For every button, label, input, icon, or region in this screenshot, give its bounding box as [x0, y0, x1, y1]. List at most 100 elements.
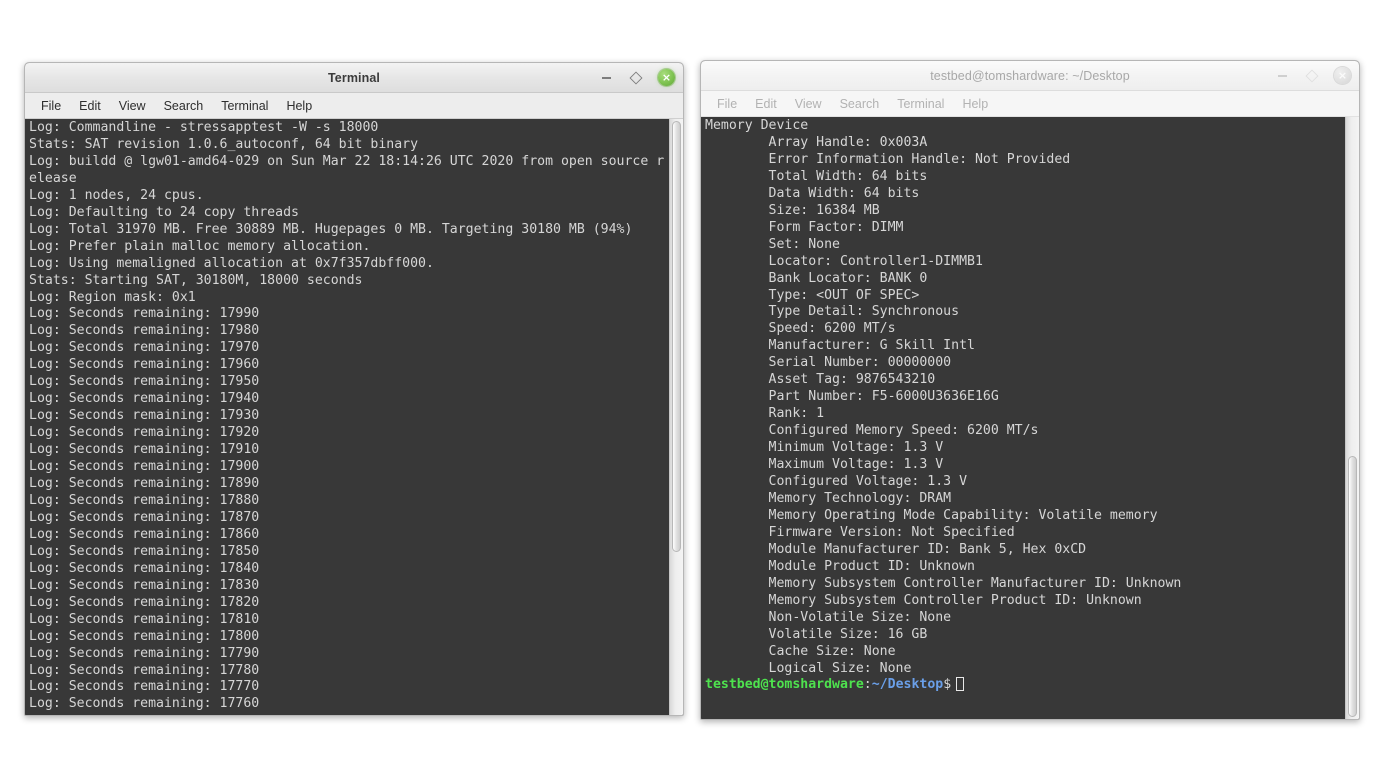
- terminal-line: Log: buildd @ lgw01-amd64-029 on Sun Mar…: [29, 153, 665, 169]
- menu-item-edit[interactable]: Edit: [746, 95, 786, 113]
- terminal-line: Size: 16384 MB: [705, 202, 880, 218]
- terminal-line: Log: Seconds remaining: 17910: [29, 442, 260, 458]
- terminal-line: Log: Commandline - stressapptest -W -s 1…: [29, 120, 379, 135]
- menu-item-view[interactable]: View: [786, 95, 831, 113]
- titlebar-left[interactable]: Terminal ×: [25, 63, 683, 93]
- minimize-icon[interactable]: [1274, 68, 1290, 84]
- terminal-line: Log: Seconds remaining: 17950: [29, 374, 260, 390]
- prompt-user-host: testbed@tomshardware: [705, 677, 864, 693]
- terminal-line: Asset Tag: 9876543210: [705, 372, 936, 388]
- terminal-line: Non-Volatile Size: None: [705, 609, 952, 625]
- menu-item-terminal[interactable]: Terminal: [888, 95, 953, 113]
- menubar-left[interactable]: File Edit View Search Terminal Help: [25, 93, 683, 119]
- titlebar-right[interactable]: testbed@tomshardware: ~/Desktop ×: [701, 61, 1359, 91]
- terminal-line: Log: Seconds remaining: 17990: [29, 306, 260, 322]
- terminal-body-right[interactable]: Memory Device Array Handle: 0x003A Error…: [701, 117, 1359, 719]
- window-title-right: testbed@tomshardware: ~/Desktop: [930, 68, 1130, 83]
- terminal-line: elease: [29, 170, 77, 186]
- menu-item-terminal[interactable]: Terminal: [212, 97, 277, 115]
- terminal-line: Logical Size: None: [705, 660, 912, 676]
- terminal-line: Log: Region mask: 0x1: [29, 289, 196, 305]
- close-icon[interactable]: ×: [658, 69, 675, 86]
- terminal-window-right[interactable]: testbed@tomshardware: ~/Desktop × File E…: [700, 60, 1360, 720]
- terminal-line: Set: None: [705, 236, 840, 252]
- terminal-line: Bank Locator: BANK 0: [705, 270, 928, 286]
- menu-item-view[interactable]: View: [110, 97, 155, 115]
- window-title-left: Terminal: [328, 70, 380, 85]
- terminal-line: Configured Memory Speed: 6200 MT/s: [705, 423, 1039, 439]
- terminal-line: Stats: SAT revision 1.0.6_autoconf, 64 b…: [29, 136, 419, 152]
- terminal-line: Log: Seconds remaining: 17810: [29, 611, 260, 627]
- terminal-line: Log: Seconds remaining: 17960: [29, 357, 260, 373]
- terminal-line: Locator: Controller1-DIMMB1: [705, 253, 983, 269]
- terminal-line: Form Factor: DIMM: [705, 219, 904, 235]
- prompt-dollar: $: [943, 677, 952, 693]
- terminal-line: Memory Subsystem Controller Product ID: …: [705, 592, 1142, 608]
- terminal-line: Log: Seconds remaining: 17890: [29, 476, 260, 492]
- close-icon[interactable]: ×: [1334, 67, 1351, 84]
- terminal-line: Log: Seconds remaining: 17970: [29, 340, 260, 356]
- terminal-line: Log: Seconds remaining: 17940: [29, 391, 260, 407]
- menu-item-file[interactable]: File: [32, 97, 70, 115]
- terminal-line: Log: Total 31970 MB. Free 30889 MB. Huge…: [29, 221, 633, 237]
- menu-item-search[interactable]: Search: [831, 95, 889, 113]
- terminal-line: Memory Device: [705, 118, 809, 133]
- terminal-line: Log: Defaulting to 24 copy threads: [29, 204, 299, 220]
- desktop: Terminal × File Edit View Search Termina…: [0, 0, 1378, 775]
- terminal-line: Minimum Voltage: 1.3 V: [705, 440, 944, 456]
- terminal-line: Log: 1 nodes, 24 cpus.: [29, 187, 204, 203]
- maximize-icon[interactable]: [628, 70, 644, 86]
- terminal-line: Log: Seconds remaining: 17760: [29, 696, 260, 712]
- terminal-line: Volatile Size: 16 GB: [705, 626, 928, 642]
- prompt-path: ~/Desktop: [871, 677, 944, 693]
- terminal-line: Module Manufacturer ID: Bank 5, Hex 0xCD: [705, 541, 1087, 557]
- terminal-line: Manufacturer: G Skill Intl: [705, 338, 975, 354]
- terminal-line: Type Detail: Synchronous: [705, 304, 960, 320]
- terminal-line: Data Width: 64 bits: [705, 185, 920, 201]
- terminal-line: Log: Seconds remaining: 17900: [29, 459, 260, 475]
- terminal-line: Log: Prefer plain malloc memory allocati…: [29, 238, 371, 254]
- terminal-output-left[interactable]: Log: Commandline - stressapptest -W -s 1…: [25, 119, 669, 715]
- terminal-line: Log: Seconds remaining: 17770: [29, 679, 260, 695]
- terminal-line: Log: Using memaligned allocation at 0x7f…: [29, 255, 434, 271]
- terminal-line: Configured Voltage: 1.3 V: [705, 474, 968, 490]
- terminal-line: Memory Subsystem Controller Manufacturer…: [705, 575, 1182, 591]
- minimize-icon[interactable]: [598, 70, 614, 86]
- terminal-line: Log: Seconds remaining: 17800: [29, 628, 260, 644]
- terminal-line: Maximum Voltage: 1.3 V: [705, 457, 944, 473]
- terminal-line: Memory Technology: DRAM: [705, 490, 952, 506]
- text-cursor: [956, 677, 965, 692]
- terminal-line: Type: <OUT OF SPEC>: [705, 287, 920, 303]
- menu-item-help[interactable]: Help: [953, 95, 997, 113]
- terminal-line: Log: Seconds remaining: 17850: [29, 543, 260, 559]
- terminal-line: Log: Seconds remaining: 17920: [29, 425, 260, 441]
- menu-item-help[interactable]: Help: [277, 97, 321, 115]
- terminal-body-left[interactable]: Log: Commandline - stressapptest -W -s 1…: [25, 119, 683, 715]
- terminal-line: Log: Seconds remaining: 17860: [29, 526, 260, 542]
- menu-item-edit[interactable]: Edit: [70, 97, 110, 115]
- scrollbar-right[interactable]: [1345, 117, 1359, 719]
- terminal-line: Speed: 6200 MT/s: [705, 321, 896, 337]
- terminal-line: Firmware Version: Not Specified: [705, 524, 1015, 540]
- scrollbar-left[interactable]: [669, 119, 683, 715]
- terminal-window-left[interactable]: Terminal × File Edit View Search Termina…: [24, 62, 684, 716]
- shell-prompt: testbed@tomshardware:~/Desktop$: [705, 677, 1345, 694]
- window-controls-right: ×: [1274, 61, 1351, 90]
- terminal-line: Log: Seconds remaining: 17820: [29, 594, 260, 610]
- window-controls-left: ×: [598, 63, 675, 92]
- maximize-icon[interactable]: [1304, 68, 1320, 84]
- menu-item-file[interactable]: File: [708, 95, 746, 113]
- prompt-separator: :: [863, 677, 872, 693]
- terminal-output-right[interactable]: Memory Device Array Handle: 0x003A Error…: [701, 117, 1345, 719]
- terminal-line: Part Number: F5-6000U3636E16G: [705, 389, 999, 405]
- terminal-line: Log: Seconds remaining: 17840: [29, 560, 260, 576]
- terminal-line: Log: Seconds remaining: 17870: [29, 509, 260, 525]
- terminal-line: Rank: 1: [705, 406, 825, 422]
- terminal-line: Log: Seconds remaining: 17880: [29, 492, 260, 508]
- scrollbar-thumb-left[interactable]: [672, 121, 681, 553]
- terminal-line: Module Product ID: Unknown: [705, 558, 975, 574]
- menu-item-search[interactable]: Search: [155, 97, 213, 115]
- terminal-line: Log: Seconds remaining: 17830: [29, 577, 260, 593]
- menubar-right[interactable]: File Edit View Search Terminal Help: [701, 91, 1359, 117]
- scrollbar-thumb-right[interactable]: [1348, 456, 1357, 717]
